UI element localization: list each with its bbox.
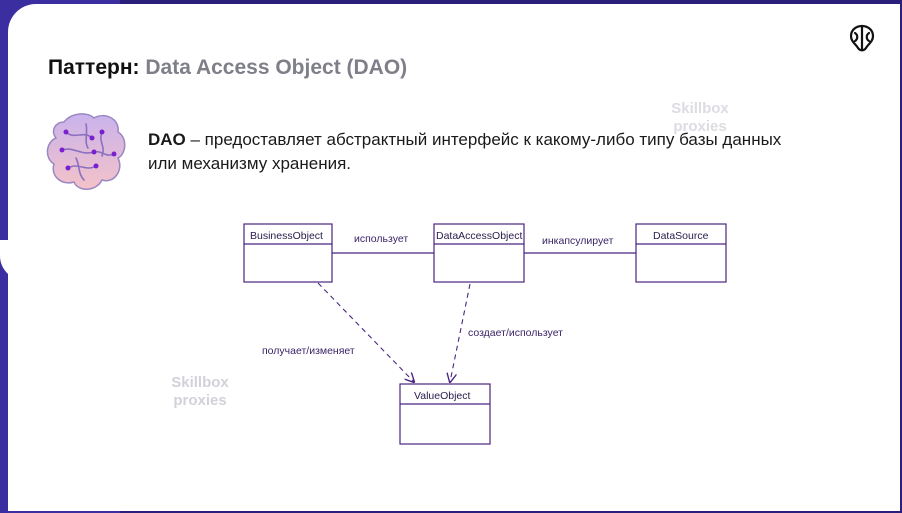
relation-creates-uses-arrow <box>450 283 471 382</box>
relation-gets-changes-arrow <box>317 282 414 382</box>
class-name-businessobject: BusinessObject <box>250 230 323 242</box>
watermark-line: proxies <box>173 392 227 409</box>
page-title: Паттерн: Data Access Object (DAO) <box>48 56 407 80</box>
class-name-datasource: DataSource <box>653 230 709 242</box>
relation-label-creates-uses: создает/использует <box>468 327 563 339</box>
skillbox-logo-icon <box>849 24 875 52</box>
watermark-line: Skillbox <box>671 100 729 117</box>
title-prefix: Паттерн: <box>48 56 146 79</box>
dao-definition: – предоставляет абстрактный интерфейс к … <box>148 130 782 173</box>
watermark-line: Skillbox <box>171 374 229 391</box>
relation-label-uses: использует <box>354 233 408 245</box>
relation-label-encapsulates: инкапсулирует <box>542 235 614 247</box>
title-accent: Data Access Object (DAO) <box>145 56 408 79</box>
dao-term: DAO <box>148 130 186 149</box>
class-name-dataaccessobject: DataAccessObject <box>436 230 522 242</box>
watermark-line: proxies <box>673 118 727 135</box>
brain-icon <box>46 113 126 190</box>
watermark-top: Skillbox proxies <box>660 100 740 136</box>
watermark-bottom: Skillbox proxies <box>160 374 240 410</box>
dao-uml-diagram: BusinessObject DataAccessObject DataSour… <box>243 223 727 445</box>
class-name-valueobject: ValueObject <box>414 390 471 402</box>
relation-label-gets-changes: получает/изменяет <box>262 345 355 357</box>
